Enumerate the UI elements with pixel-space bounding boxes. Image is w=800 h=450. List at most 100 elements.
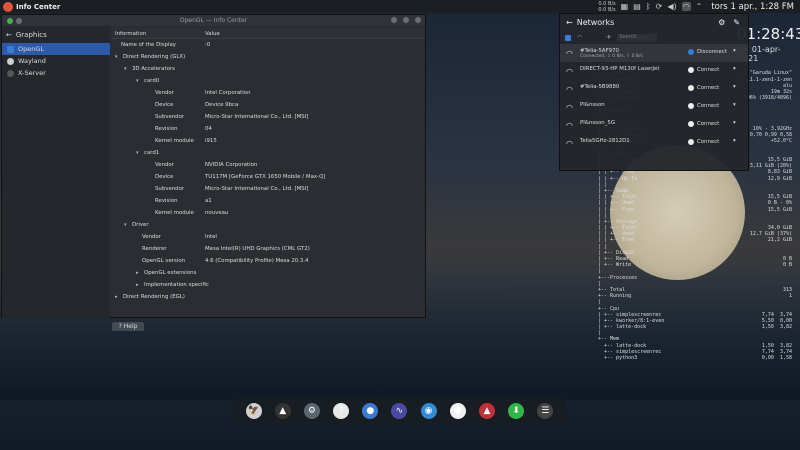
collapse-arrow-icon[interactable]: ▸	[136, 270, 139, 276]
table-row[interactable]: Kernel module i915	[112, 135, 425, 147]
volume-icon[interactable]: ◀)	[667, 2, 676, 11]
expand-arrow-icon[interactable]: ▾	[124, 222, 127, 228]
wifi-signal-icon: ◠	[566, 49, 573, 58]
conky-label: | +-- latte-dock	[598, 324, 647, 331]
bluetooth-icon[interactable]: ᛒ	[646, 2, 651, 11]
expand-arrow-icon[interactable]: ▾	[115, 54, 118, 60]
table-row[interactable]: ▸ Implementation specific	[112, 279, 425, 291]
table-row[interactable]: ▾ 3D Accelerators	[112, 63, 425, 75]
table-row[interactable]: ▾ Driver	[112, 219, 425, 231]
row-key: Implementation specific	[144, 282, 209, 288]
tray-expand-icon[interactable]: ⌃	[696, 2, 703, 11]
table-row[interactable]: ▸ Direct Rendering (EGL)	[112, 291, 425, 303]
collapse-arrow-icon[interactable]: ▸	[115, 294, 118, 300]
column-header-information[interactable]: Information	[112, 31, 205, 37]
expand-arrow-icon[interactable]: ▾	[124, 66, 127, 72]
connect-icon	[688, 121, 694, 127]
dock-browser-icon[interactable]: ●	[362, 403, 379, 419]
back-to-graphics[interactable]: ← Graphics	[2, 26, 110, 43]
row-key: Vendor	[155, 162, 174, 168]
table-row[interactable]: Renderer Mesa Intel(R) UHD Graphics (CML …	[112, 243, 425, 255]
table-row[interactable]: ▾ card1	[112, 147, 425, 159]
dock-menu-icon[interactable]: ☰	[537, 403, 554, 419]
network-item[interactable]: ◠ Pl&nsson Connect ▾	[560, 98, 748, 116]
dock-garuda-icon[interactable]: 🦅	[245, 403, 262, 419]
airplane-mode-icon[interactable]: ✈	[606, 34, 611, 41]
network-connect-button[interactable]: Connect	[688, 103, 719, 109]
close-button[interactable]	[415, 17, 421, 23]
updates-icon[interactable]: ⟳	[656, 2, 663, 11]
wifi-toggle-icon[interactable]: ◠	[577, 34, 582, 41]
maximize-button[interactable]	[403, 17, 409, 23]
network-connect-button[interactable]: Connect	[688, 85, 719, 91]
table-row[interactable]: Device TU117M [GeForce GTX 1650 Mobile / …	[112, 171, 425, 183]
network-search-input[interactable]: Search...	[617, 33, 658, 42]
dock-game-icon[interactable]: ▲	[478, 403, 495, 419]
conky-label: | |	[598, 212, 608, 219]
network-connect-button[interactable]: Connect	[688, 67, 719, 73]
help-button[interactable]: ? Help	[112, 322, 144, 331]
active-app[interactable]: Info Center	[0, 1, 60, 12]
connect-icon	[688, 85, 694, 91]
network-item[interactable]: ◠ #Telia-5B9880 Connect ▾	[560, 80, 748, 98]
conky-label: | | +-- Total	[598, 225, 638, 232]
table-row[interactable]: Revision 04	[112, 123, 425, 135]
sidebar-item-opengl[interactable]: OpenGL	[2, 43, 110, 55]
network-details-chevron-icon[interactable]: ▾	[733, 138, 736, 144]
table-row[interactable]: Vendor Intel Corporation	[112, 87, 425, 99]
table-row[interactable]: Subvendor Micro-Star International Co., L…	[112, 111, 425, 123]
dock-updater-icon[interactable]: ⬇	[508, 403, 525, 419]
clipboard-icon[interactable]: ▤	[633, 2, 641, 11]
collapse-arrow-icon[interactable]: ▸	[136, 282, 139, 288]
network-disconnect-button[interactable]: Disconnect	[688, 49, 727, 55]
wifi-icon[interactable]: ◠	[681, 2, 691, 11]
table-row[interactable]: Vendor NVIDIA Corporation	[112, 159, 425, 171]
row-value: nouveau	[205, 210, 229, 216]
network-details-chevron-icon[interactable]: ▾	[733, 102, 736, 108]
network-connect-button[interactable]: Connect	[688, 121, 719, 127]
networks-back-icon[interactable]: ←	[566, 18, 573, 27]
table-row[interactable]: ▾ card0	[112, 75, 425, 87]
dock-recorder-icon[interactable]: ●	[449, 403, 466, 419]
network-item[interactable]: ◠ Telia5GHz-2812D1 Connect ▾	[560, 134, 748, 152]
table-row[interactable]: ▾ Direct Rendering (GLX)	[112, 51, 425, 63]
dock-settings-icon[interactable]: ⚙	[303, 403, 320, 419]
table-row[interactable]: Subvendor Micro-Star International Co., L…	[112, 183, 425, 195]
network-item[interactable]: ◠ Pl&nsson_5G Connect ▾	[560, 116, 748, 134]
expand-arrow-icon[interactable]: ▾	[136, 150, 139, 156]
dock-monitor-icon[interactable]: ∿	[391, 403, 408, 419]
table-row[interactable]: Kernel module nouveau	[112, 207, 425, 219]
network-action-label: Connect	[697, 121, 720, 127]
sidebar-item-wayland[interactable]: Wayland	[2, 55, 110, 67]
dock-terminal-icon[interactable]: ▲	[274, 403, 291, 419]
network-ssid: Pl&nsson_5G	[580, 120, 616, 126]
network-item[interactable]: ◠ #Telia-5AF970 Connected, ⇩ 0 B/s, ⇧ 0 B/…	[560, 44, 748, 62]
table-row[interactable]: ▸ OpenGL extensions	[112, 267, 425, 279]
network-details-chevron-icon[interactable]: ▾	[733, 120, 736, 126]
table-row[interactable]: Revision a1	[112, 195, 425, 207]
pin-popup-icon[interactable]: ✎	[733, 18, 740, 27]
network-details-chevron-icon[interactable]: ▾	[733, 48, 736, 54]
expand-arrow-icon[interactable]: ▾	[136, 78, 139, 84]
panel-clock[interactable]: tors 1 apr., 1:28 FM	[711, 2, 794, 12]
table-row[interactable]: Device Device 9bca	[112, 99, 425, 111]
table-row[interactable]: Name of the Display:0	[112, 39, 425, 51]
table-row[interactable]: OpenGL version 4.6 (Compatibility Profile…	[112, 255, 425, 267]
network-details-chevron-icon[interactable]: ▾	[733, 66, 736, 72]
column-header-value[interactable]: Value	[205, 31, 220, 37]
minimize-button[interactable]	[391, 17, 397, 23]
dock-help-icon[interactable]: ?	[333, 403, 350, 419]
dock-screen-icon[interactable]: ◉	[420, 403, 437, 419]
wifi-enable-checkbox[interactable]	[565, 34, 571, 41]
network-item[interactable]: ◠ DIRECT-93-HP M130f LaserJet Connect ▾	[560, 62, 748, 80]
network-details-chevron-icon[interactable]: ▾	[733, 84, 736, 90]
network-connect-button[interactable]: Connect	[688, 139, 719, 145]
row-key: Vendor	[142, 234, 161, 240]
table-row[interactable]: Vendor Intel	[112, 231, 425, 243]
window-titlebar[interactable]: OpenGL — Info Center	[2, 15, 425, 26]
table-header: Information Value	[112, 29, 425, 39]
network-settings-icon[interactable]: ⚙	[718, 18, 725, 27]
wifi-signal-icon: ◠	[566, 103, 573, 112]
cpu-icon[interactable]: ▦	[621, 2, 629, 11]
sidebar-item-x-server[interactable]: X-Server	[2, 67, 110, 79]
